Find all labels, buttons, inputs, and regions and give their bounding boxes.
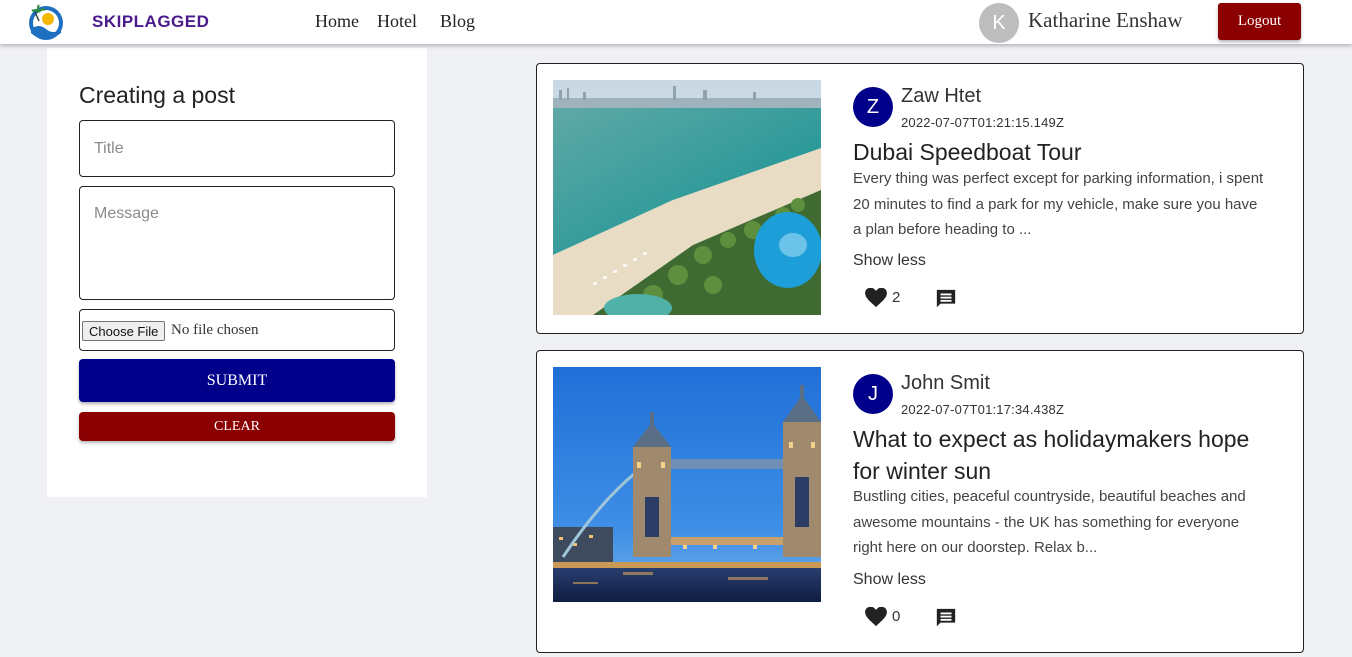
brand-name[interactable]: SKIPLAGGED xyxy=(92,12,209,32)
author-avatar[interactable]: J xyxy=(853,374,893,414)
post-card: J John Smit 2022-07-07T01:17:34.438Z Wha… xyxy=(536,350,1304,653)
post-title: Dubai Speedboat Tour xyxy=(853,139,1082,165)
form-heading: Creating a post xyxy=(79,82,235,108)
clear-button[interactable]: CLEAR xyxy=(79,412,395,441)
author-name: John Smit xyxy=(901,372,990,394)
nav-home[interactable]: Home xyxy=(315,11,359,32)
comment-icon[interactable] xyxy=(935,288,957,310)
tower-bridge-photo[interactable] xyxy=(553,367,821,602)
user-avatar[interactable]: K xyxy=(979,3,1019,43)
title-input[interactable] xyxy=(79,120,395,177)
post-date: 2022-07-07T01:21:15.149Z xyxy=(901,115,1065,130)
create-post-panel: Creating a post Choose File No file chos… xyxy=(47,48,427,497)
post-card: Z Zaw Htet 2022-07-07T01:21:15.149Z Duba… xyxy=(536,63,1304,334)
like-count: 0 xyxy=(892,608,901,625)
like-count: 2 xyxy=(892,289,901,306)
nav-blog[interactable]: Blog xyxy=(440,11,475,32)
main-nav: Home Hotel Blog xyxy=(315,11,493,32)
author-avatar[interactable]: Z xyxy=(853,87,893,127)
like-button[interactable]: 2 xyxy=(865,286,907,310)
post-title: What to expect as holidaymakers hope for… xyxy=(853,426,1250,484)
file-upload-field: Choose File No file chosen xyxy=(79,309,395,351)
author-name: Zaw Htet xyxy=(901,85,982,107)
file-status-text: No file chosen xyxy=(171,322,259,338)
post-date: 2022-07-07T01:17:34.438Z xyxy=(901,402,1065,417)
dubai-beach-resort-photo[interactable] xyxy=(553,80,821,315)
logout-button[interactable]: Logout xyxy=(1218,3,1301,40)
heart-icon xyxy=(865,607,887,627)
like-button[interactable]: 0 xyxy=(865,605,907,629)
comment-icon[interactable] xyxy=(935,607,957,629)
submit-button[interactable]: SUBMIT xyxy=(79,359,395,402)
post-body: Every thing was perfect except for parki… xyxy=(853,170,1264,238)
message-input[interactable] xyxy=(79,186,395,300)
show-less-link[interactable]: Show less xyxy=(853,252,926,270)
top-navbar: SKIPLAGGED Home Hotel Blog K Katharine E… xyxy=(0,0,1352,44)
choose-file-button[interactable]: Choose File xyxy=(82,321,166,341)
nav-hotel[interactable]: Hotel xyxy=(377,11,417,32)
heart-icon xyxy=(865,288,887,308)
show-less-link[interactable]: Show less xyxy=(853,571,926,589)
user-name: Katharine Enshaw xyxy=(1028,8,1183,32)
globe-palm-logo-icon[interactable] xyxy=(25,3,67,41)
post-body: Bustling cities, peaceful countryside, b… xyxy=(853,488,1246,556)
